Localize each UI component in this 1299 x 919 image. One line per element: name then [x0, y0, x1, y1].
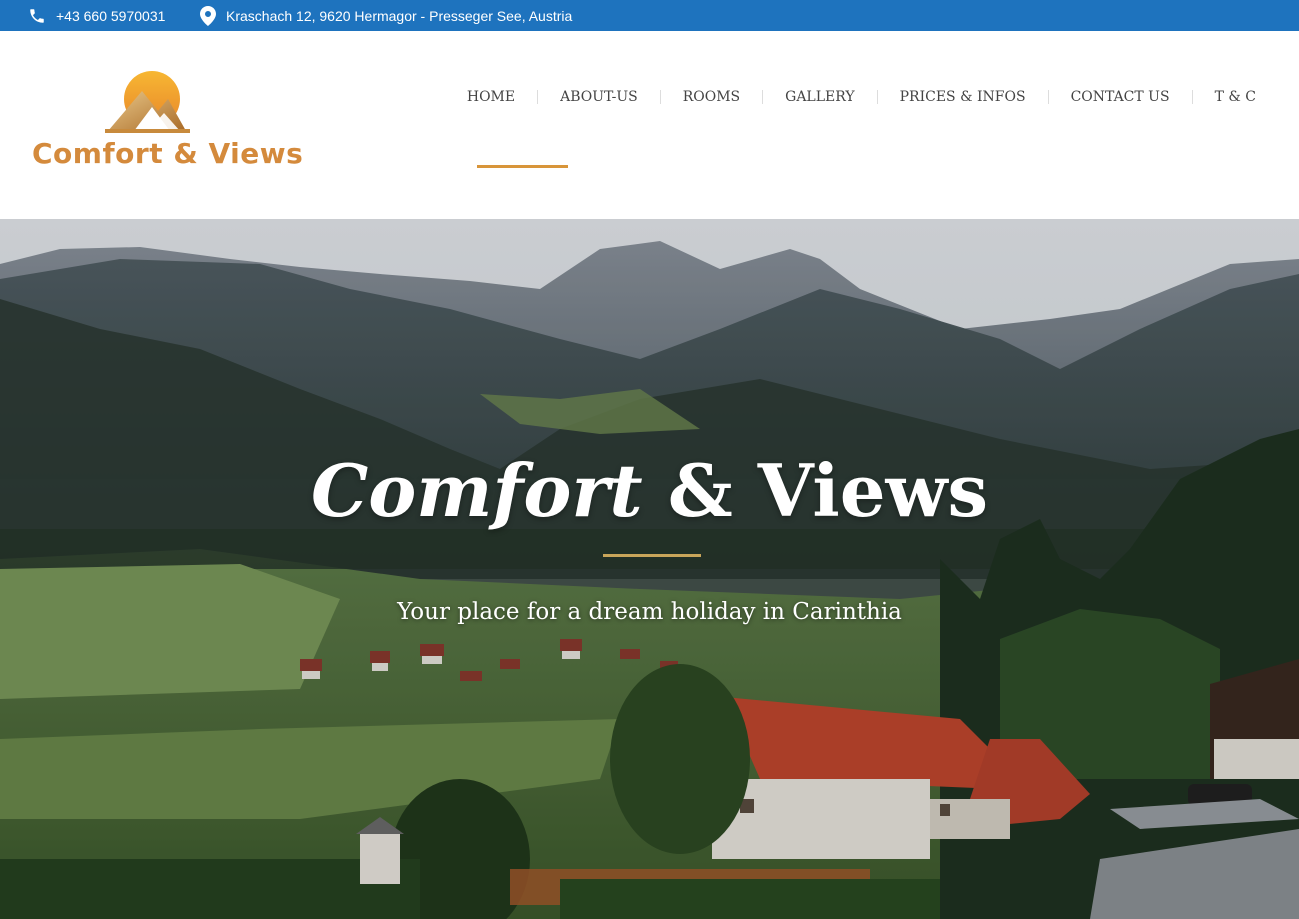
phone-icon [28, 7, 46, 25]
hero-title-rest: & Views [642, 448, 989, 533]
top-contact-bar: +43 660 5970031 Kraschach 12, 9620 Herma… [0, 0, 1299, 31]
nav-home[interactable]: HOME [445, 89, 537, 105]
phone-number[interactable]: +43 660 5970031 [56, 8, 165, 24]
hero-subtitle: Your place for a dream holiday in Carint… [397, 599, 902, 625]
nav-about-us[interactable]: ABOUT-US [538, 89, 660, 105]
address-contact[interactable]: Kraschach 12, 9620 Hermagor - Presseger … [200, 0, 572, 31]
hero-title-italic: Comfort [310, 448, 643, 533]
main-navigation: HOME ABOUT-US ROOMS GALLERY PRICES & INF… [445, 89, 1256, 105]
site-header: Comfort & Views HOME ABOUT-US ROOMS GALL… [0, 31, 1299, 219]
nav-terms[interactable]: T & C [1193, 89, 1256, 105]
phone-contact[interactable]: +43 660 5970031 [28, 0, 165, 31]
nav-rooms[interactable]: ROOMS [661, 89, 762, 105]
map-pin-icon [200, 5, 216, 26]
hero-banner: Comfort & Views Your place for a dream h… [0, 219, 1299, 919]
nav-contact-us[interactable]: CONTACT US [1049, 89, 1192, 105]
nav-prices-infos[interactable]: PRICES & INFOS [878, 89, 1048, 105]
logo-text: Comfort & Views [32, 137, 304, 170]
nav-gallery[interactable]: GALLERY [763, 89, 876, 105]
nav-active-indicator [477, 165, 568, 168]
hero-landscape-image [0, 219, 1299, 919]
hero-title: Comfort & Views [0, 448, 1299, 533]
hero-divider [603, 554, 701, 557]
address-text[interactable]: Kraschach 12, 9620 Hermagor - Presseger … [226, 8, 572, 24]
site-logo[interactable]: Comfort & Views [30, 69, 303, 177]
logo-mountain-sun-icon [105, 71, 190, 133]
